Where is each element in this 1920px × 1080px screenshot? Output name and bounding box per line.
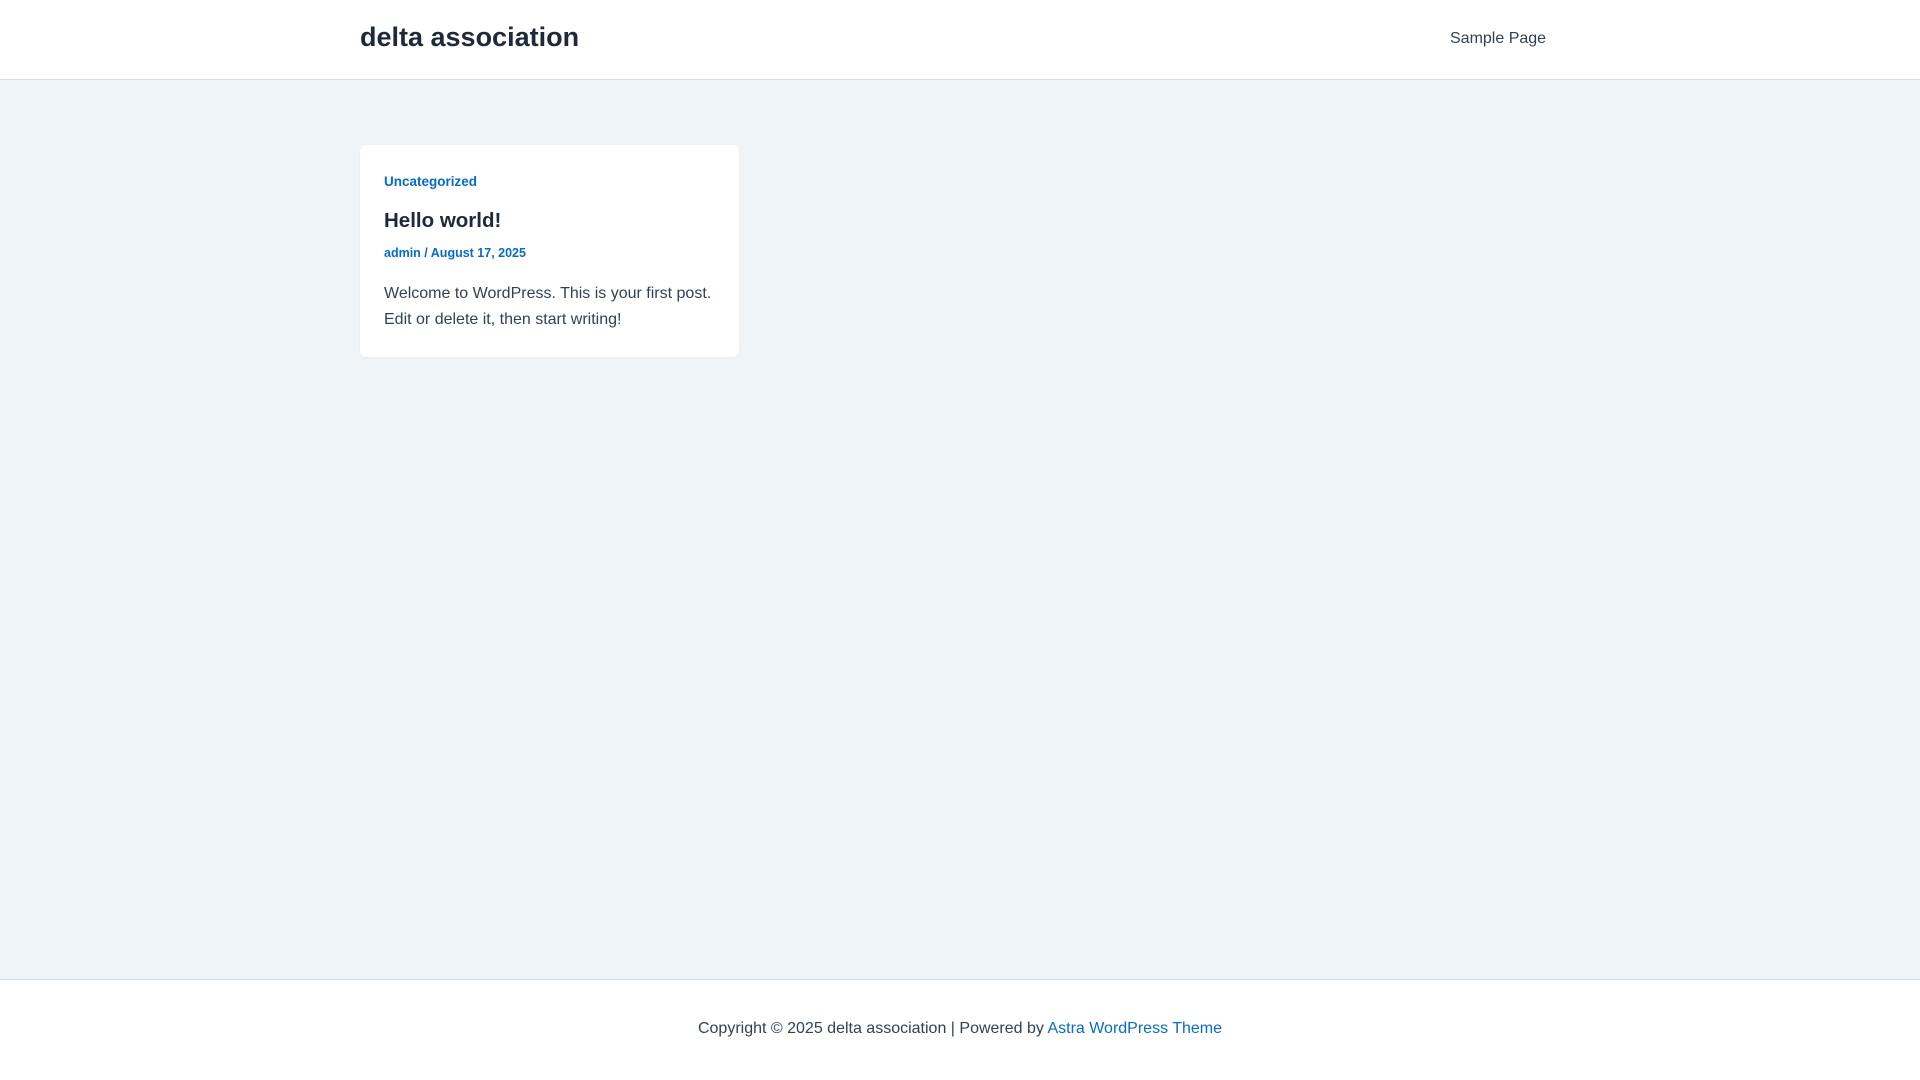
post-meta: admin / August 17, 2025 <box>384 246 526 260</box>
post-date-link[interactable]: August 17, 2025 <box>431 246 526 260</box>
footer-copyright: Copyright © 2025 delta association | Pow… <box>0 1020 1920 1038</box>
site-footer: Copyright © 2025 delta association | Pow… <box>0 979 1920 1080</box>
nav-item-sample-page[interactable]: Sample Page <box>1450 30 1546 48</box>
post-category-link[interactable]: Uncategorized <box>384 174 477 189</box>
main-content: Uncategorized Hello world! admin / Augus… <box>0 80 1920 979</box>
post-excerpt: Welcome to WordPress. This is your first… <box>384 285 712 328</box>
site-title-link[interactable]: delta association <box>360 22 579 53</box>
site-header: delta association Sample Page <box>0 0 1920 80</box>
post-title-link[interactable]: Hello world! <box>384 209 501 233</box>
post-author-link[interactable]: admin <box>384 246 421 260</box>
post-card: Uncategorized Hello world! admin / Augus… <box>360 145 739 357</box>
post-meta-separator: / <box>420 246 431 260</box>
footer-theme-link[interactable]: Astra WordPress Theme <box>1047 1020 1222 1037</box>
footer-copyright-text: Copyright © 2025 delta association | Pow… <box>697 1020 1048 1037</box>
